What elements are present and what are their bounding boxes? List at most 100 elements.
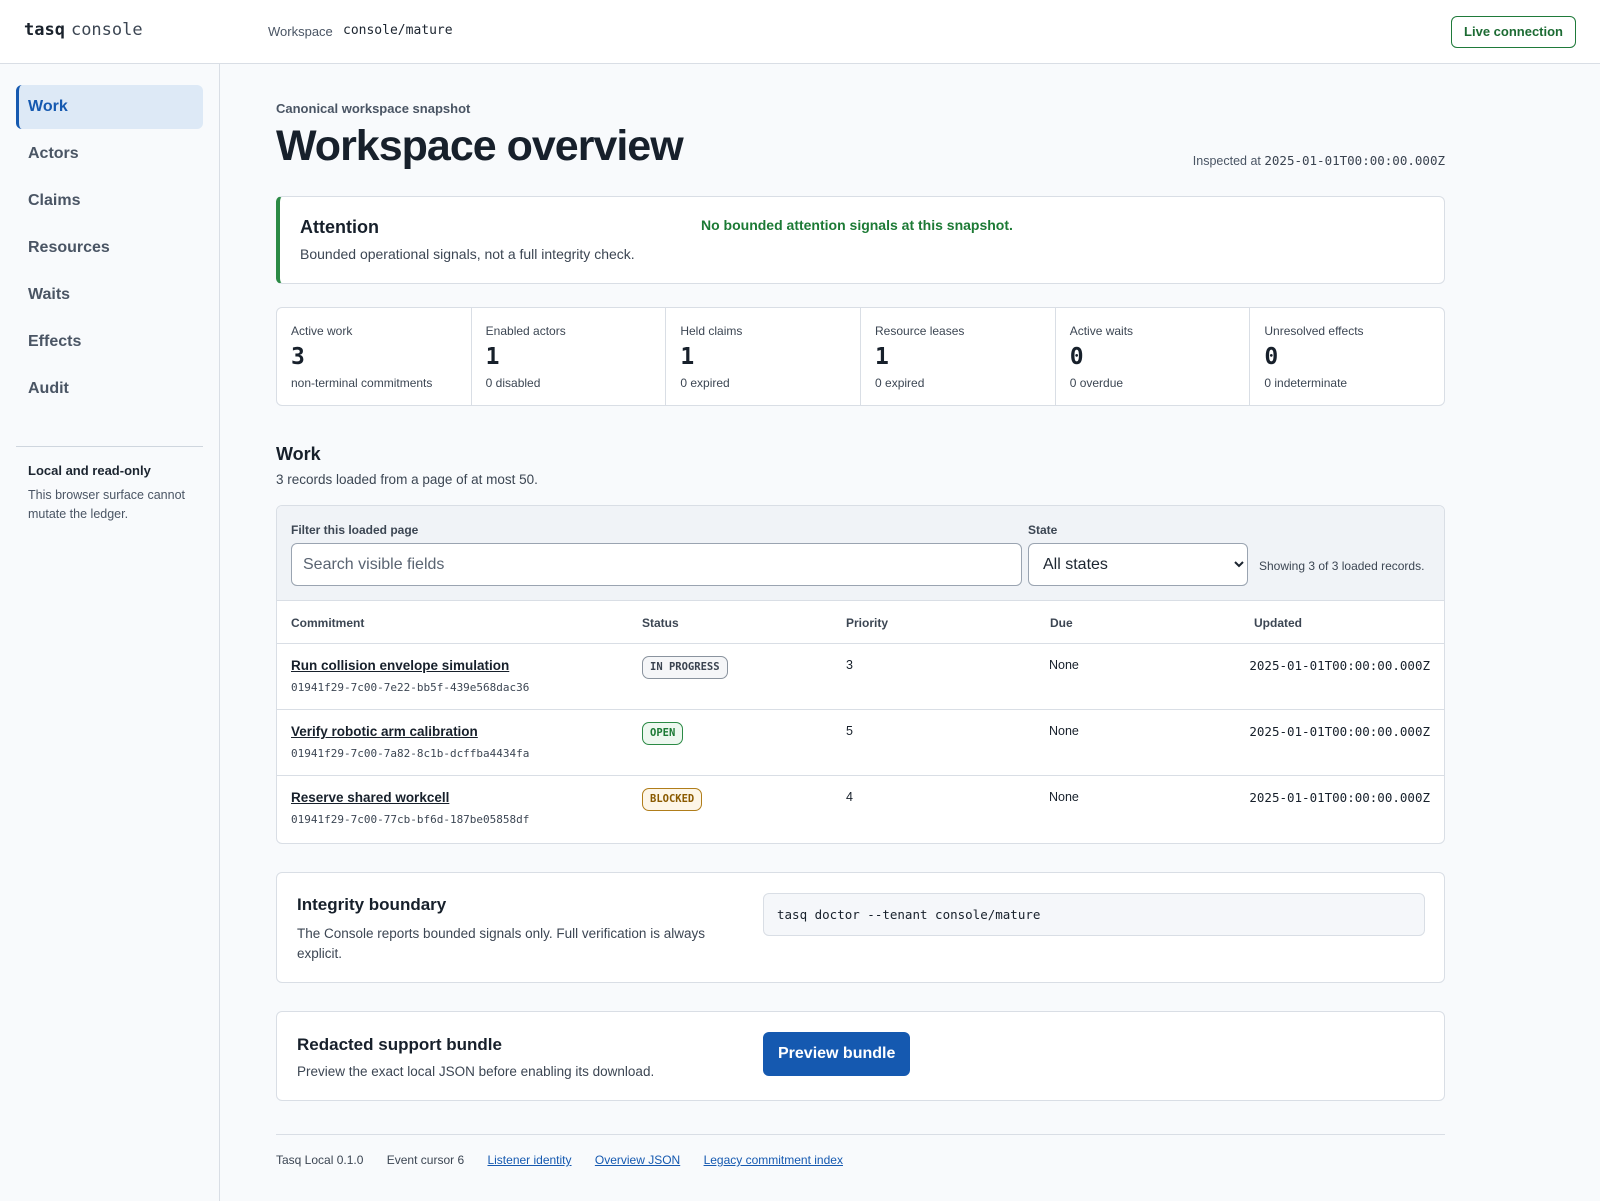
stat-enabled-actors: Enabled actors 1 0 disabled: [472, 308, 667, 405]
state-label: State: [1028, 523, 1058, 537]
updated-value: 2025-01-01T00:00:00.000Z: [1249, 790, 1430, 805]
showing-count: Showing 3 of 3 loaded records.: [1259, 559, 1425, 573]
stat-active-work: Active work 3 non-terminal commitments: [277, 308, 472, 405]
bundle-title: Redacted support bundle: [297, 1035, 502, 1054]
integrity-command[interactable]: tasq doctor --tenant console/mature: [763, 893, 1425, 936]
table-row: Run collision envelope simulation 01941f…: [277, 644, 1444, 710]
stat-value: 0: [1069, 344, 1084, 370]
sidebar-item-audit[interactable]: Audit: [16, 367, 203, 411]
sidebar-divider: [16, 446, 203, 447]
top-bar: tasq console Workspace console/mature Liv…: [0, 0, 1600, 64]
brand-rest: console: [70, 20, 143, 40]
commitment-link[interactable]: Run collision envelope simulation: [291, 658, 509, 673]
sidebar-item-actors[interactable]: Actors: [16, 132, 203, 176]
priority-value: 5: [846, 724, 853, 738]
sidebar-item-resources[interactable]: Resources: [16, 226, 203, 270]
sidebar-note-text: This browser surface cannot mutate the l…: [28, 488, 186, 521]
commitment-link[interactable]: Verify robotic arm calibration: [291, 724, 478, 739]
updated-value: 2025-01-01T00:00:00.000Z: [1249, 658, 1430, 673]
attention-title: Attention: [300, 217, 379, 237]
stat-sub: 0 expired: [680, 376, 730, 390]
col-due: Due: [1050, 616, 1073, 630]
bundle-panel: Redacted support bundle Preview the exac…: [276, 1011, 1445, 1101]
footer-divider: [276, 1134, 1445, 1135]
status-badge: IN PROGRESS: [642, 656, 728, 679]
footer-version: Tasq Local 0.1.0: [276, 1153, 364, 1167]
sidebar-item-effects[interactable]: Effects: [16, 320, 203, 364]
brand-bold: tasq: [24, 20, 65, 40]
due-value: None: [1049, 790, 1079, 804]
footer-link-legacy-index[interactable]: Legacy commitment index: [704, 1153, 843, 1167]
status-badge: BLOCKED: [642, 788, 703, 811]
sidebar: Work Actors Claims Resources Waits Effec…: [0, 64, 220, 1201]
commitment-id: 01941f29-7c00-77cb-bf6d-187be05858df: [291, 813, 530, 826]
bundle-text: Preview the exact local JSON before enab…: [297, 1064, 655, 1079]
table-header: Commitment Status Priority Due Updated: [277, 601, 1444, 644]
priority-value: 3: [846, 658, 853, 672]
attention-status: No bounded attention signals at this sna…: [701, 217, 1013, 233]
col-commitment: Commitment: [291, 616, 365, 630]
integrity-title: Integrity boundary: [297, 895, 447, 914]
live-connection-badge[interactable]: Live connection: [1451, 16, 1576, 48]
preview-bundle-button[interactable]: Preview bundle: [763, 1032, 911, 1076]
updated-value: 2025-01-01T00:00:00.000Z: [1249, 724, 1430, 739]
work-section-title: Work: [276, 444, 321, 464]
brand-logo[interactable]: tasq console: [24, 20, 143, 40]
filter-label: Filter this loaded page: [291, 523, 419, 537]
integrity-text: The Console reports bounded signals only…: [297, 926, 705, 961]
work-table-card: Filter this loaded page State All states…: [276, 505, 1445, 844]
attention-subtitle: Bounded operational signals, not a full …: [300, 246, 635, 262]
stat-held-claims: Held claims 1 0 expired: [666, 308, 862, 405]
page-eyebrow: Canonical workspace snapshot: [276, 101, 471, 116]
col-status: Status: [642, 616, 679, 630]
stat-sub: 0 expired: [875, 376, 925, 390]
stat-value: 0: [1264, 344, 1279, 370]
due-value: None: [1049, 658, 1079, 672]
stat-label: Held claims: [680, 324, 743, 338]
commitment-id: 01941f29-7c00-7e22-bb5f-439e568dac36: [291, 681, 530, 694]
footer-link-listener-identity[interactable]: Listener identity: [487, 1153, 571, 1167]
footer-cursor: Event cursor 6: [386, 1153, 465, 1167]
footer: Tasq Local 0.1.0 Event cursor 6 Listener…: [276, 1153, 863, 1167]
col-updated: Updated: [1254, 616, 1302, 630]
workspace-label: Workspace: [268, 24, 333, 39]
stat-label: Enabled actors: [485, 324, 566, 338]
stat-resource-leases: Resource leases 1 0 expired: [861, 308, 1056, 405]
stat-label: Active work: [291, 324, 353, 338]
stat-sub: non-terminal commitments: [291, 376, 433, 390]
stat-sub: 0 indeterminate: [1264, 376, 1348, 390]
stat-value: 1: [485, 344, 500, 370]
stat-active-waits: Active waits 0 0 overdue: [1056, 308, 1251, 405]
footer-link-overview-json[interactable]: Overview JSON: [595, 1153, 680, 1167]
stat-sub: 0 overdue: [1069, 376, 1124, 390]
stat-value: 1: [680, 344, 695, 370]
stat-label: Unresolved effects: [1264, 324, 1364, 338]
inspected-at: Inspected at 2025-01-01T00:00:00.000Z: [1193, 153, 1445, 168]
status-badge: OPEN: [642, 722, 684, 745]
stat-value: 3: [291, 344, 305, 370]
attention-panel: Attention Bounded operational signals, n…: [276, 196, 1445, 284]
sidebar-item-claims[interactable]: Claims: [16, 179, 203, 223]
stat-sub: 0 disabled: [485, 376, 541, 390]
table-row: Verify robotic arm calibration 01941f29-…: [277, 710, 1444, 776]
priority-value: 4: [846, 790, 853, 804]
stat-unresolved-effects: Unresolved effects 0 0 indeterminate: [1250, 308, 1444, 405]
search-input[interactable]: [291, 543, 1022, 586]
stat-label: Resource leases: [875, 324, 965, 338]
commitment-id: 01941f29-7c00-7a82-8c1b-dcffba4434fa: [291, 747, 530, 760]
stat-label: Active waits: [1069, 324, 1134, 338]
table-row: Reserve shared workcell 01941f29-7c00-77…: [277, 776, 1444, 842]
commitment-link[interactable]: Reserve shared workcell: [291, 790, 449, 805]
inspected-value: 2025-01-01T00:00:00.000Z: [1264, 153, 1445, 168]
stats-strip: Active work 3 non-terminal commitments E…: [276, 307, 1445, 406]
filter-bar: Filter this loaded page State All states…: [277, 506, 1444, 601]
due-value: None: [1049, 724, 1079, 738]
sidebar-item-work[interactable]: Work: [16, 85, 203, 129]
integrity-panel: Integrity boundary The Console reports b…: [276, 872, 1445, 983]
col-priority: Priority: [846, 616, 889, 630]
state-select[interactable]: All states: [1028, 543, 1248, 586]
work-section-subtitle: 3 records loaded from a page of at most …: [276, 472, 538, 487]
sidebar-item-waits[interactable]: Waits: [16, 273, 203, 317]
sidebar-note-title: Local and read-only: [28, 463, 151, 478]
stat-value: 1: [875, 344, 889, 370]
